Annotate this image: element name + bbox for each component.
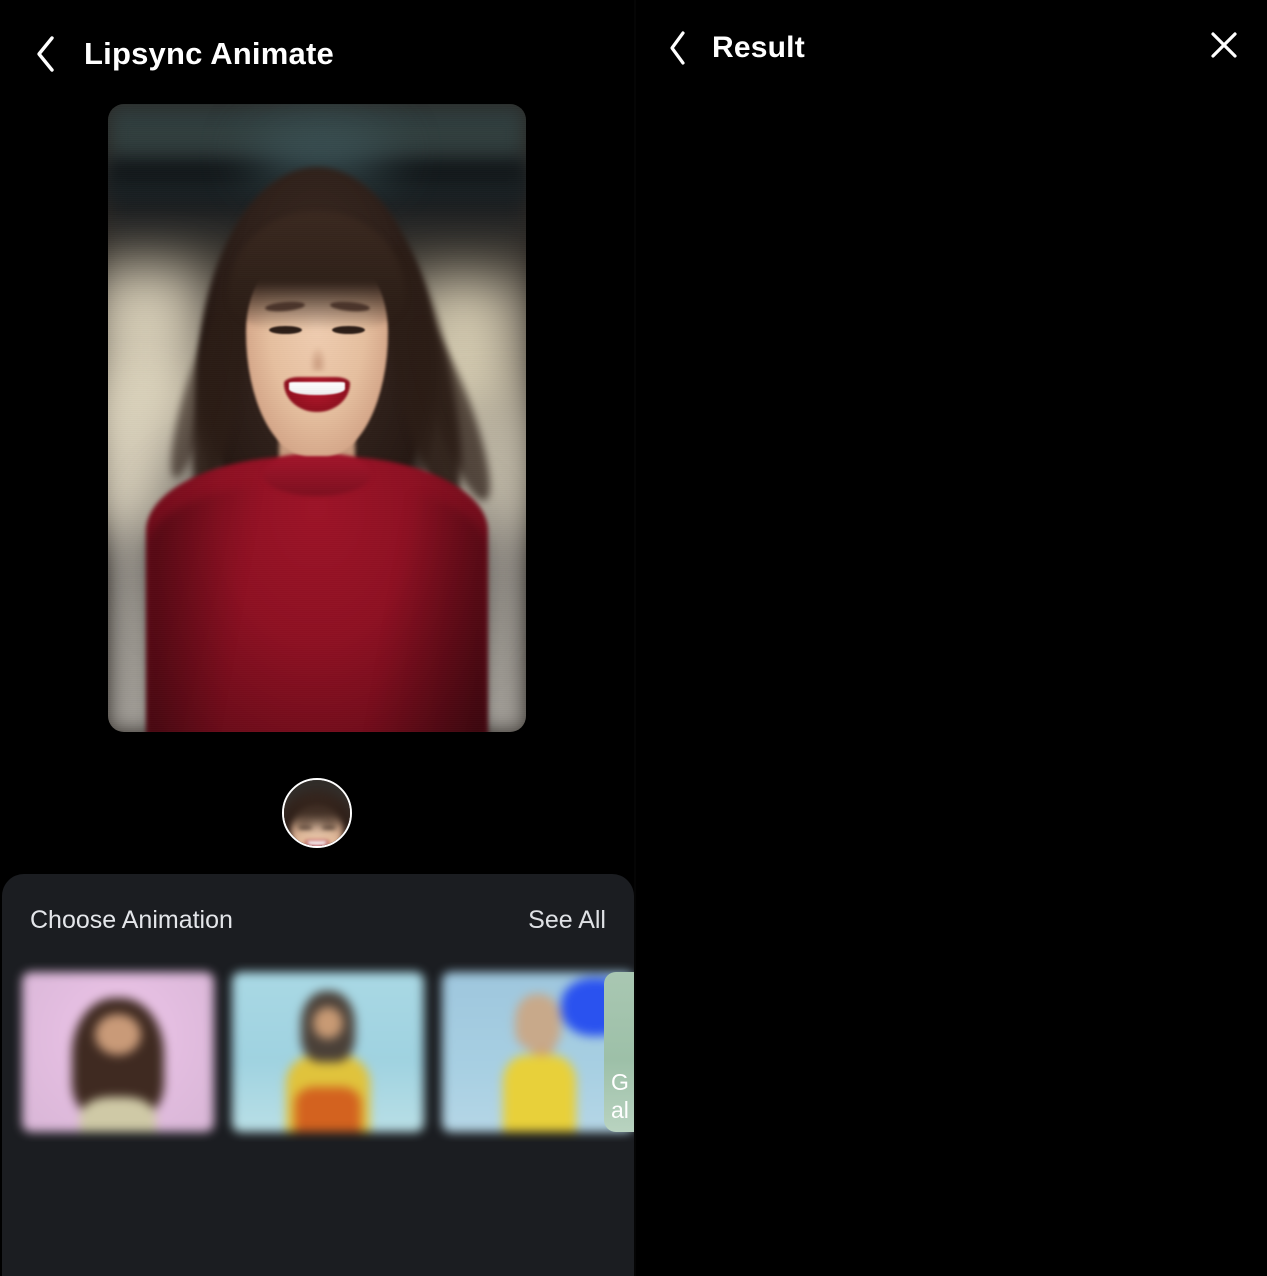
avatar[interactable] (282, 778, 352, 848)
page-title: Lipsync Animate (84, 36, 334, 71)
result-title: Result (712, 30, 805, 64)
close-button[interactable] (1203, 27, 1245, 69)
see-all-link[interactable]: See All (528, 906, 606, 935)
close-icon (1208, 29, 1240, 66)
promo-card-label: G al (611, 1069, 629, 1124)
result-back-button[interactable] (656, 26, 700, 70)
animation-thumbnail-2[interactable] (232, 972, 424, 1132)
source-photo[interactable] (108, 104, 526, 732)
back-button[interactable] (24, 32, 68, 76)
right-header: Result (636, 0, 1267, 95)
avatar-image (284, 780, 350, 846)
app-screen: Lipsync Animate Choose Animation See All… (0, 0, 1267, 1276)
photo-content (108, 104, 526, 732)
result-panel: Result (636, 0, 1267, 1276)
animation-thumbnail-1[interactable] (22, 972, 214, 1132)
promo-card[interactable]: G al (604, 972, 634, 1132)
chevron-left-icon (667, 30, 689, 66)
animation-thumbnail-list[interactable] (2, 962, 634, 1142)
chevron-left-icon (34, 35, 58, 73)
lipsync-animate-panel: Lipsync Animate Choose Animation See All… (0, 0, 634, 1276)
left-header: Lipsync Animate (0, 0, 634, 108)
promo-card-container: G al (604, 962, 634, 1142)
face-avatar-row (0, 778, 634, 848)
sheet-header: Choose Animation See All (2, 874, 634, 935)
choose-animation-sheet: Choose Animation See All G al (2, 874, 634, 1276)
sheet-title: Choose Animation (30, 906, 233, 934)
